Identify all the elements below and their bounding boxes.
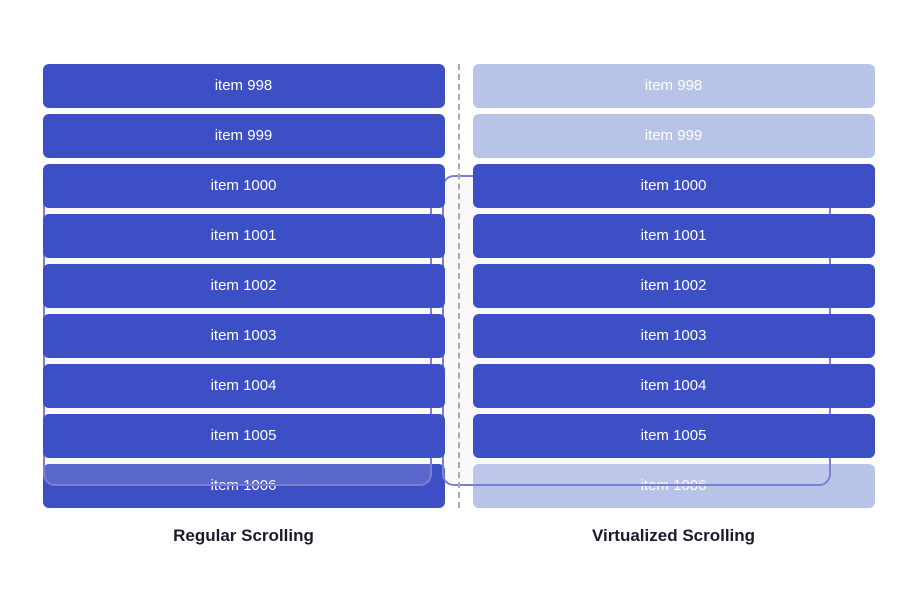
- left-column: item 998 item 999 item 1000 item 1001 it…: [29, 64, 459, 508]
- item-label: item 998: [645, 77, 703, 94]
- diagram-container: item 998 item 999 item 1000 item 1001 it…: [29, 64, 889, 546]
- list-item: item 1006: [473, 464, 875, 508]
- list-item: item 1003: [43, 314, 445, 358]
- item-label: item 999: [215, 127, 273, 144]
- list-item: item 1003: [473, 314, 875, 358]
- list-item: item 999: [43, 114, 445, 158]
- item-label: item 1002: [641, 277, 707, 294]
- item-label: item 1000: [211, 177, 277, 194]
- labels-row: Regular Scrolling Virtualized Scrolling: [29, 526, 889, 546]
- item-label: item 1004: [211, 377, 277, 394]
- list-item: item 1002: [473, 264, 875, 308]
- column-divider: [458, 64, 460, 508]
- item-label: item 1006: [211, 477, 277, 494]
- item-label: item 1003: [211, 327, 277, 344]
- list-item: item 1004: [43, 364, 445, 408]
- list-item: item 999: [473, 114, 875, 158]
- item-label: item 1005: [211, 427, 277, 444]
- item-label: item 1002: [211, 277, 277, 294]
- list-item: item 1004: [473, 364, 875, 408]
- item-label: item 1001: [211, 227, 277, 244]
- item-label: item 1005: [641, 427, 707, 444]
- list-item: item 1000: [43, 164, 445, 208]
- item-label: item 1001: [641, 227, 707, 244]
- list-item: item 1001: [473, 214, 875, 258]
- right-column: item 998 item 999 item 1000 item 1001 it…: [459, 64, 889, 508]
- left-column-label: Regular Scrolling: [29, 526, 459, 546]
- item-label: item 1000: [641, 177, 707, 194]
- item-label: item 998: [215, 77, 273, 94]
- item-label: item 999: [645, 127, 703, 144]
- list-item: item 1005: [473, 414, 875, 458]
- list-item: item 1005: [43, 414, 445, 458]
- item-label: item 1003: [641, 327, 707, 344]
- list-item: item 998: [473, 64, 875, 108]
- item-label: item 1006: [641, 477, 707, 494]
- list-item: item 998: [43, 64, 445, 108]
- item-label: item 1004: [641, 377, 707, 394]
- right-column-label: Virtualized Scrolling: [459, 526, 889, 546]
- list-item: item 1001: [43, 214, 445, 258]
- columns-wrapper: item 998 item 999 item 1000 item 1001 it…: [29, 64, 889, 508]
- list-item: item 1006: [43, 464, 445, 508]
- list-item: item 1002: [43, 264, 445, 308]
- list-item: item 1000: [473, 164, 875, 208]
